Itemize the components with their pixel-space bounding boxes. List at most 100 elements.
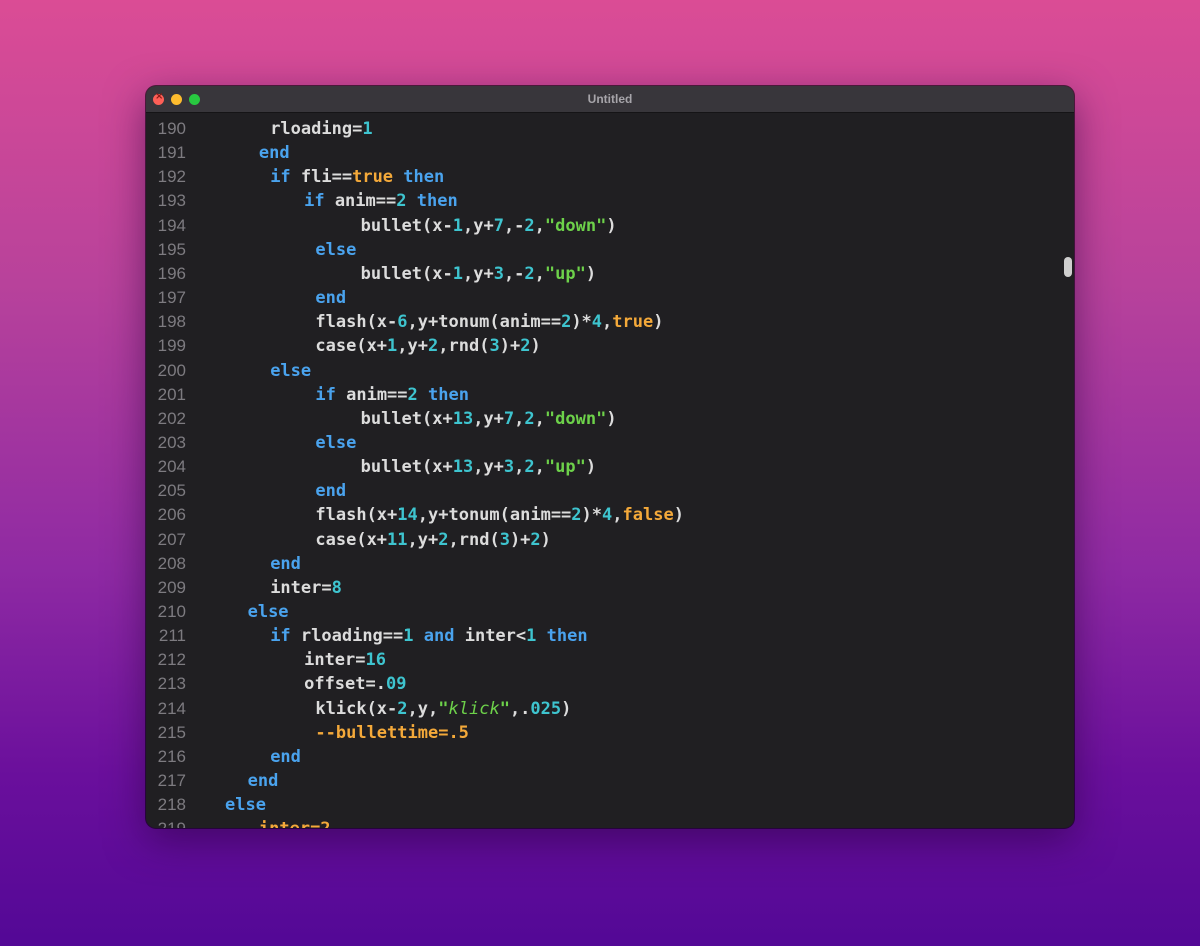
code-token: 2 — [524, 215, 535, 236]
code-token: offset=. — [304, 674, 386, 695]
code-token: , — [602, 312, 613, 333]
code-line[interactable]: 213 offset=.09 — [146, 672, 1074, 696]
code-token: case(x+ — [315, 336, 388, 357]
code-line[interactable]: 201 if anim==2 then — [146, 383, 1074, 407]
code-editor[interactable]: 190 rloading=1 191 end 192 if fli==true then 1… — [146, 113, 1074, 828]
code-line[interactable]: 200 else — [146, 359, 1074, 383]
code-line[interactable]: 217 end — [146, 769, 1074, 793]
code-line[interactable]: 209 inter=8 — [146, 576, 1074, 600]
code-token: , — [514, 457, 525, 478]
line-number: 191 — [157, 143, 186, 163]
code-token: end — [315, 481, 347, 502]
code-token: 2 — [438, 529, 449, 550]
code-line[interactable]: 194 bullet(x-1,y+7,-2,"down") — [146, 214, 1074, 238]
line-number: 190 — [157, 119, 186, 138]
code-text: offset=.09 — [304, 672, 406, 696]
code-token: " — [499, 698, 510, 719]
code-token: if — [270, 626, 291, 647]
vertical-scrollbar-thumb[interactable] — [1064, 257, 1072, 277]
code-token: 1 — [452, 263, 463, 284]
code-token: 1 — [387, 336, 398, 357]
code-line[interactable]: 204 bullet(x+13,y+3,2,"up") — [146, 455, 1074, 479]
code-token: fli== — [290, 167, 353, 188]
code-token: ) — [540, 529, 551, 550]
code-token: 7 — [503, 408, 515, 429]
code-line[interactable]: 205 end — [146, 479, 1074, 503]
code-token: ) — [673, 505, 684, 526]
code-token: and — [423, 626, 455, 647]
code-token: else — [315, 432, 357, 453]
line-number: 205 — [157, 481, 186, 501]
line-number: 213 — [157, 674, 186, 694]
code-token: 2 — [530, 529, 541, 550]
code-line[interactable]: 206 flash(x+14,y+tonum(anim==2)*4,false) — [146, 503, 1074, 527]
code-token: flash(x+ — [315, 505, 398, 526]
code-token: true — [352, 167, 394, 188]
code-token: " — [438, 698, 449, 719]
code-line[interactable]: 219 inter=2 — [146, 817, 1074, 828]
code-token: , — [534, 215, 545, 236]
code-token: ,y+tonum(anim== — [417, 505, 572, 526]
code-text: end — [315, 479, 346, 503]
line-number: 215 — [157, 722, 186, 742]
code-line[interactable]: 208 end — [146, 552, 1074, 576]
code-token: --bullettime=.5 — [315, 722, 469, 743]
code-token: )+ — [499, 336, 521, 357]
code-token: "up" — [544, 263, 586, 284]
code-token: ) — [606, 215, 617, 236]
code-token: true — [612, 312, 654, 333]
line-number: 216 — [157, 746, 186, 766]
title-bar[interactable]: Untitled — [146, 86, 1074, 113]
code-token: )* — [581, 505, 603, 526]
code-line[interactable]: 198 flash(x-6,y+tonum(anim==2)*4,true) — [146, 310, 1074, 334]
line-number: 200 — [157, 360, 186, 380]
code-line[interactable]: 207 case(x+11,y+2,rnd(3)+2) — [146, 528, 1074, 552]
code-line[interactable]: 215 --bullettime=.5 — [146, 721, 1074, 745]
code-line[interactable]: 193 if anim==2 then — [146, 189, 1074, 213]
code-text: inter=2 — [259, 817, 331, 828]
code-text: bullet(x-1,y+7,-2,"down") — [361, 214, 617, 238]
code-line[interactable]: 211 if rloading==1 and inter<1 then — [146, 624, 1074, 648]
code-line[interactable]: 214 klick(x-2,y,"klick",.025) — [146, 697, 1074, 721]
line-number: 208 — [157, 553, 186, 573]
code-line[interactable]: 192 if fli==true then — [146, 165, 1074, 189]
code-line[interactable]: 190 rloading=1 — [146, 117, 1074, 141]
code-line[interactable]: 212 inter=16 — [146, 648, 1074, 672]
code-token: 1 — [526, 626, 537, 647]
code-token: then — [546, 626, 588, 647]
line-number: 218 — [157, 795, 186, 815]
code-line[interactable]: 195 else — [146, 238, 1074, 262]
code-token: klick(x- — [315, 698, 398, 719]
code-text: flash(x+14,y+tonum(anim==2)*4,false) — [315, 503, 684, 527]
code-line[interactable]: 196 bullet(x-1,y+3,-2,"up") — [146, 262, 1074, 286]
code-token: ,y, — [407, 698, 439, 719]
line-number: 217 — [157, 771, 186, 791]
code-token: 2 — [428, 336, 439, 357]
code-token: 4 — [591, 312, 603, 333]
code-line[interactable]: 191 end — [146, 141, 1074, 165]
code-token: 2 — [407, 384, 418, 405]
line-number: 199 — [157, 336, 186, 356]
code-line[interactable]: 197 end — [146, 286, 1074, 310]
code-token: , — [534, 263, 545, 284]
code-text: else — [315, 431, 356, 455]
code-line[interactable]: 203 else — [146, 431, 1074, 455]
code-line[interactable]: 218 else — [146, 793, 1074, 817]
code-line[interactable]: 199 case(x+1,y+2,rnd(3)+2) — [146, 334, 1074, 358]
code-token: ) — [606, 408, 617, 429]
code-token: 2 — [561, 312, 572, 333]
code-token: 8 — [331, 577, 342, 598]
code-token: if — [270, 167, 291, 188]
line-number: 207 — [157, 529, 186, 549]
code-line[interactable]: 216 end — [146, 745, 1074, 769]
code-token: anim== — [335, 384, 408, 405]
code-text: end — [248, 769, 279, 793]
code-line[interactable]: 210 else — [146, 600, 1074, 624]
code-token: if — [304, 191, 325, 212]
code-token: 025 — [530, 698, 562, 719]
line-number: 219 — [154, 817, 186, 828]
line-number: 204 — [157, 457, 186, 477]
code-line[interactable]: 202 bullet(x+13,y+7,2,"down") — [146, 407, 1074, 431]
code-text: --bullettime=.5 — [315, 721, 469, 745]
code-token: end — [258, 143, 290, 164]
